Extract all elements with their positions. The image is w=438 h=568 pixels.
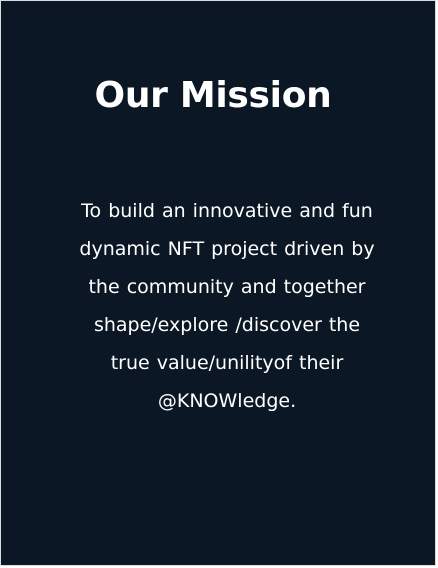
mission-statement-line: the community and together bbox=[88, 276, 366, 298]
mission-statement-line: shape/explore /discover the bbox=[93, 314, 361, 336]
mission-card: Our Mission To build an innovative and f… bbox=[0, 0, 436, 566]
mission-statement-line: @KNOWledge. bbox=[157, 390, 297, 412]
mission-statement-line: true value/unilityof their bbox=[110, 352, 344, 374]
mission-statement: To build an innovative and fun dynamic N… bbox=[29, 192, 425, 420]
mission-title: Our Mission bbox=[94, 75, 332, 116]
mission-statement-line: dynamic NFT project driven by bbox=[79, 238, 375, 260]
mission-statement-line: To build an innovative and fun bbox=[81, 200, 373, 222]
